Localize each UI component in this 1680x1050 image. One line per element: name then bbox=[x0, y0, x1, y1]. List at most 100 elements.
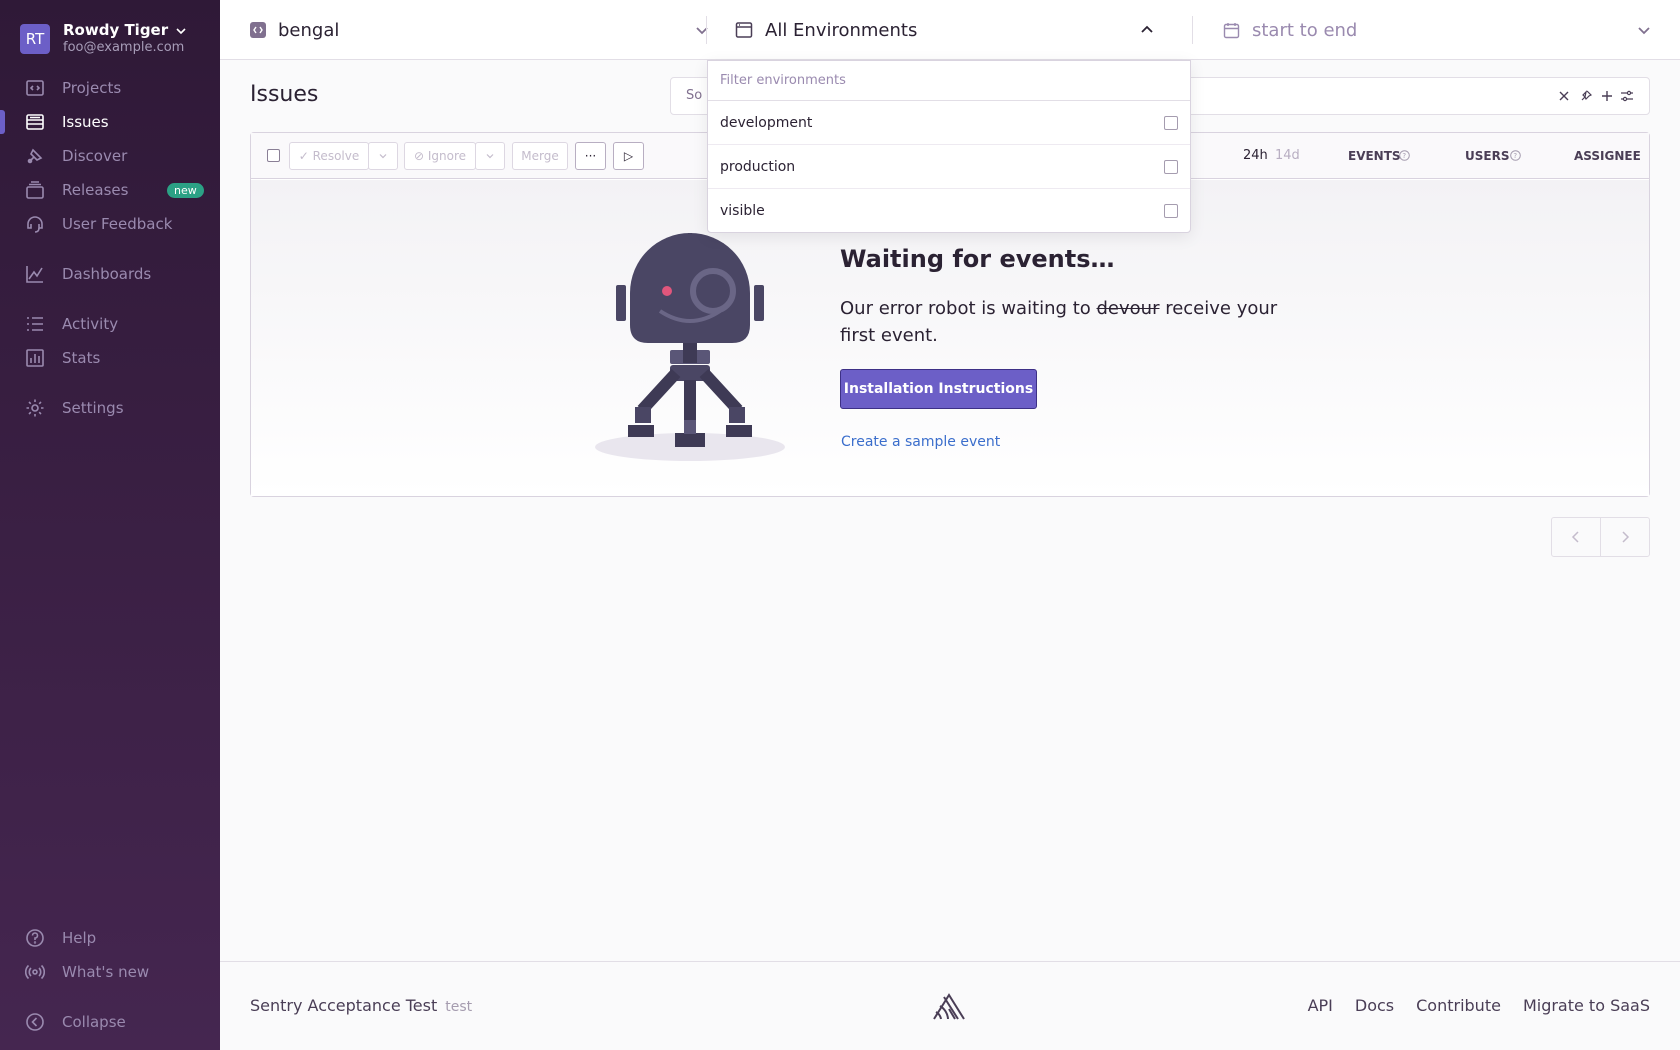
sidebar-item-label: Stats bbox=[62, 349, 101, 367]
issues-icon bbox=[26, 114, 44, 130]
environment-dropdown: development production visible bbox=[707, 60, 1191, 233]
footer-link-api[interactable]: API bbox=[1308, 996, 1333, 1015]
chevron-right-icon bbox=[1622, 531, 1629, 543]
environment-option-label: development bbox=[720, 114, 813, 131]
empty-state-title: Waiting for events… bbox=[840, 245, 1115, 273]
footer: Sentry Acceptance Test test API Docs Cont… bbox=[220, 961, 1680, 1050]
chevron-down-icon bbox=[1638, 27, 1650, 35]
next-page-button[interactable] bbox=[1601, 518, 1650, 556]
activity-icon bbox=[27, 317, 43, 331]
filter-environments-input[interactable] bbox=[720, 73, 1160, 88]
sidebar-item-activity[interactable]: Activity bbox=[0, 309, 220, 339]
project-selector[interactable]: bengal bbox=[250, 0, 710, 60]
environment-option[interactable]: production bbox=[708, 145, 1190, 189]
question-icon[interactable]: ? bbox=[1510, 150, 1521, 161]
merge-button[interactable]: Merge bbox=[512, 142, 568, 170]
strikethrough-word: devour bbox=[1096, 298, 1160, 319]
chevron-up-icon bbox=[1141, 25, 1153, 33]
sidebar-item-label: Releases bbox=[62, 181, 129, 199]
add-icon[interactable] bbox=[1600, 89, 1614, 103]
pin-icon[interactable] bbox=[1579, 89, 1593, 103]
pagination bbox=[1551, 517, 1650, 557]
environment-selector[interactable]: All Environments bbox=[735, 0, 1155, 60]
chevron-down-icon bbox=[696, 27, 708, 35]
chevron-left-icon bbox=[1571, 531, 1579, 543]
environment-option[interactable]: visible bbox=[708, 189, 1190, 233]
releases-icon bbox=[26, 181, 44, 199]
sidebar-item-label: Settings bbox=[62, 399, 124, 417]
sidebar-item-label: Projects bbox=[62, 79, 122, 97]
environment-checkbox[interactable] bbox=[1164, 115, 1178, 130]
footer-link-contribute[interactable]: Contribute bbox=[1416, 996, 1501, 1015]
sidebar-item-collapse[interactable]: Collapse bbox=[0, 1007, 220, 1037]
sidebar-item-releases[interactable]: Releases new bbox=[0, 175, 220, 205]
dashboards-icon bbox=[26, 266, 43, 283]
footer-link-migrate[interactable]: Migrate to SaaS bbox=[1523, 996, 1650, 1015]
previous-page-button[interactable] bbox=[1552, 518, 1601, 556]
select-all-checkbox[interactable] bbox=[267, 149, 280, 162]
svg-text:?: ? bbox=[1402, 152, 1406, 160]
filter-settings-icon[interactable] bbox=[1620, 89, 1634, 103]
org-email: foo@example.com bbox=[63, 40, 185, 55]
divider bbox=[1192, 16, 1193, 44]
new-badge: new bbox=[167, 182, 204, 198]
installation-instructions-button[interactable]: Installation Instructions bbox=[840, 369, 1037, 409]
period-14d[interactable]: 14d bbox=[1275, 148, 1300, 163]
collapse-icon bbox=[26, 1013, 44, 1031]
ignore-dropdown-button[interactable] bbox=[475, 142, 505, 170]
org-switcher[interactable]: RT Rowdy Tiger foo@example.com bbox=[20, 22, 187, 56]
clear-search-icon[interactable] bbox=[1557, 89, 1571, 103]
feedback-icon bbox=[27, 216, 43, 233]
sidebar-item-label: Issues bbox=[62, 113, 109, 131]
calendar-icon bbox=[1223, 22, 1240, 38]
events-column-header: EVENTS bbox=[1348, 149, 1401, 163]
settings-icon bbox=[26, 399, 44, 417]
realtime-play-button[interactable]: ▷ bbox=[613, 142, 644, 170]
sidebar-item-label: Dashboards bbox=[62, 265, 152, 283]
project-name: bengal bbox=[278, 19, 340, 41]
waiting-robot-illustration bbox=[595, 233, 785, 461]
ignore-button[interactable]: ⊘ Ignore bbox=[404, 142, 476, 170]
sidebar-item-dashboards[interactable]: Dashboards bbox=[0, 259, 220, 289]
more-actions-button[interactable]: ··· bbox=[575, 142, 606, 170]
date-range-selector[interactable]: start to end bbox=[1223, 0, 1652, 60]
project-platform-icon bbox=[250, 22, 266, 38]
footer-link-docs[interactable]: Docs bbox=[1355, 996, 1394, 1015]
environment-label: All Environments bbox=[765, 19, 918, 41]
sentry-logo-icon[interactable] bbox=[932, 992, 966, 1022]
chevron-down-icon bbox=[379, 154, 387, 159]
period-24h[interactable]: 24h bbox=[1243, 148, 1268, 163]
org-avatar: RT bbox=[20, 24, 50, 54]
question-icon[interactable]: ? bbox=[1399, 150, 1410, 161]
environment-checkbox[interactable] bbox=[1164, 159, 1178, 174]
divider bbox=[706, 16, 707, 44]
create-sample-event-link[interactable]: Create a sample event bbox=[841, 434, 1000, 450]
svg-text:?: ? bbox=[1513, 152, 1517, 160]
sidebar-item-projects[interactable]: Projects bbox=[0, 73, 220, 103]
resolve-dropdown-button[interactable] bbox=[368, 142, 398, 170]
users-column-header: USERS bbox=[1465, 149, 1510, 163]
resolve-button[interactable]: ✓ Resolve bbox=[289, 142, 369, 170]
search-placeholder: So bbox=[686, 88, 703, 103]
sidebar-item-label: User Feedback bbox=[62, 215, 173, 233]
sidebar-item-label: Activity bbox=[62, 315, 119, 333]
projects-icon bbox=[26, 80, 44, 96]
global-selection-header: bengal All Environments start to end bbox=[220, 0, 1680, 60]
environment-option-label: visible bbox=[720, 203, 765, 219]
sidebar-item-stats[interactable]: Stats bbox=[0, 343, 220, 373]
sidebar-item-settings[interactable]: Settings bbox=[0, 393, 220, 423]
environment-option-label: production bbox=[720, 158, 796, 175]
environment-option[interactable]: development bbox=[708, 101, 1190, 145]
sidebar-item-discover[interactable]: Discover bbox=[0, 141, 220, 171]
sidebar-item-label: Discover bbox=[62, 147, 128, 165]
sidebar-item-help[interactable]: Help bbox=[0, 923, 220, 953]
sidebar: RT Rowdy Tiger foo@example.com Projects … bbox=[0, 0, 220, 1050]
sidebar-item-issues[interactable]: Issues bbox=[0, 107, 220, 137]
sidebar-item-user-feedback[interactable]: User Feedback bbox=[0, 209, 220, 239]
assignee-column-header: ASSIGNEE bbox=[1574, 149, 1641, 163]
environment-checkbox[interactable] bbox=[1164, 204, 1178, 218]
sidebar-item-label: Help bbox=[62, 929, 97, 947]
sidebar-item-whats-new[interactable]: What's new bbox=[0, 957, 220, 987]
empty-state-text: Our error robot is waiting to devour rec… bbox=[840, 295, 1290, 349]
sidebar-item-label: Collapse bbox=[62, 1013, 126, 1031]
